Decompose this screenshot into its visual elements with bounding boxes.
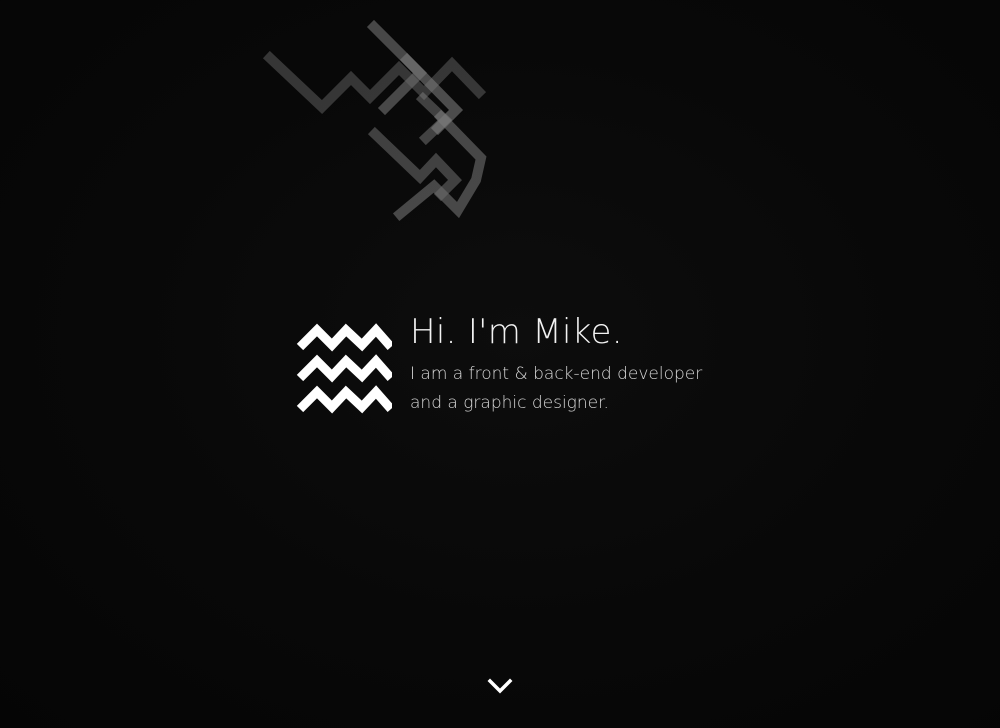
- intro-text: Hi. I'm Mike. I am a front & back-end de…: [410, 312, 740, 418]
- chevron-down-icon[interactable]: [486, 674, 514, 698]
- tagline-line-2: and a graphic designer.: [410, 393, 609, 413]
- hero-section: Hi. I'm Mike. I am a front & back-end de…: [296, 312, 736, 422]
- background-line: [367, 126, 462, 202]
- background-line: [415, 91, 453, 146]
- tagline: I am a front & back-end developer and a …: [410, 360, 740, 418]
- tagline-line-1: I am a front & back-end developer: [410, 364, 703, 384]
- page-title: Hi. I'm Mike.: [410, 312, 623, 352]
- triple-zigzag-logo: [296, 323, 392, 414]
- page: Hi. I'm Mike. I am a front & back-end de…: [0, 0, 1000, 728]
